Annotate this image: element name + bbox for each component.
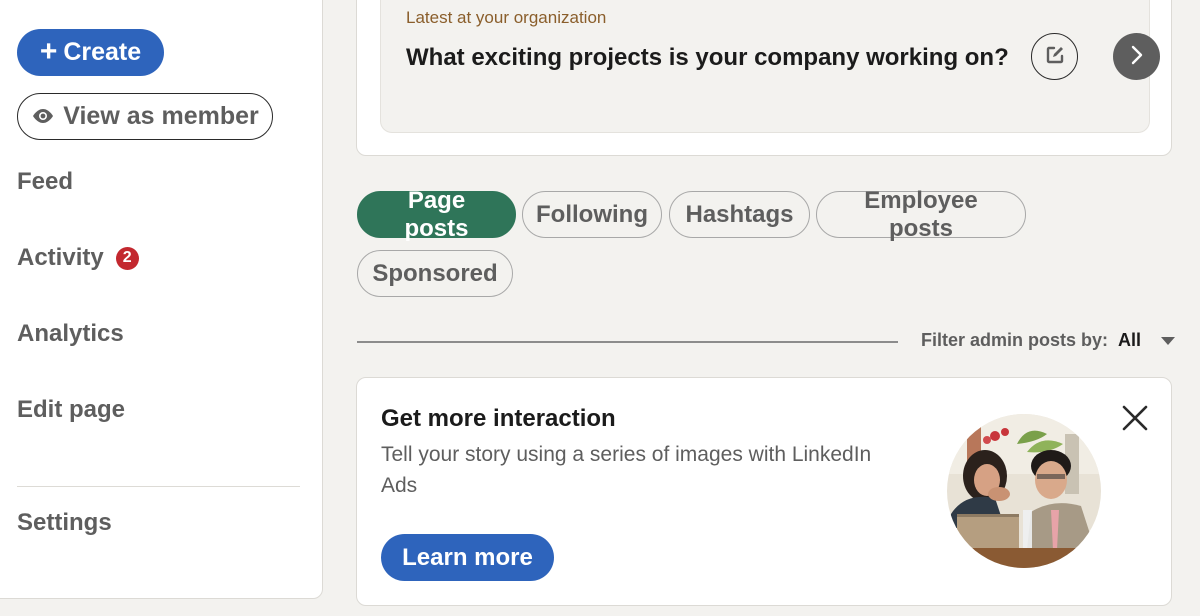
filter-divider — [357, 341, 898, 343]
truncated-header — [17, 0, 117, 3]
learn-more-button[interactable]: Learn more — [381, 534, 554, 581]
sidebar-item-label: Analytics — [17, 320, 124, 347]
chevron-right-icon — [1130, 44, 1144, 69]
sidebar: + Create View as member Feed Activity 2 … — [0, 0, 323, 599]
promo-card: Get more interaction Tell your story usi… — [356, 377, 1172, 606]
latest-label: Latest at your organization — [406, 8, 607, 27]
next-button[interactable] — [1113, 33, 1160, 80]
latest-card: Latest at your organization What excitin… — [356, 0, 1172, 156]
promo-image — [947, 414, 1101, 568]
close-button[interactable] — [1120, 404, 1150, 434]
view-as-member-button[interactable]: View as member — [17, 93, 273, 140]
plus-icon: + — [39, 34, 58, 68]
tab-hashtags[interactable]: Hashtags — [669, 191, 810, 238]
sidebar-item-feed[interactable]: Feed — [17, 168, 73, 196]
sidebar-item-settings[interactable]: Settings — [17, 509, 112, 537]
create-button-label: Create — [63, 38, 142, 66]
view-as-member-label: View as member — [63, 102, 259, 130]
latest-question: What exciting projects is your company w… — [406, 44, 1009, 71]
sidebar-divider — [17, 486, 300, 487]
eye-icon — [31, 102, 55, 131]
sidebar-item-activity[interactable]: Activity 2 — [17, 244, 139, 272]
create-button[interactable]: + Create — [17, 29, 164, 76]
admin-filter-value: All — [1118, 330, 1142, 350]
tab-employee-posts[interactable]: Employee posts — [816, 187, 1026, 242]
sidebar-item-label: Settings — [17, 509, 112, 536]
sidebar-item-edit-page[interactable]: Edit page — [17, 396, 125, 424]
tab-sponsored[interactable]: Sponsored — [357, 250, 513, 297]
latest-prompt-box: Latest at your organization What excitin… — [380, 0, 1160, 133]
sidebar-item-label: Activity — [17, 244, 104, 271]
edit-icon — [1045, 45, 1065, 68]
promo-description: Tell your story using a series of images… — [381, 443, 872, 497]
promo-title: Get more interaction — [381, 405, 616, 432]
tab-page-posts[interactable]: Page posts — [357, 187, 516, 242]
admin-filter-label: Filter admin posts by: — [921, 330, 1109, 350]
sidebar-item-label: Feed — [17, 168, 74, 195]
edit-post-button[interactable] — [1031, 33, 1078, 80]
admin-posts-filter-dropdown[interactable]: Filter admin posts by: All — [921, 330, 1176, 351]
sidebar-item-label: Edit page — [17, 396, 126, 423]
notification-badge: 2 — [115, 246, 139, 270]
close-icon — [1122, 405, 1148, 434]
tab-following[interactable]: Following — [522, 191, 662, 238]
sidebar-item-analytics[interactable]: Analytics — [17, 320, 124, 348]
caret-down-icon — [1161, 336, 1176, 345]
